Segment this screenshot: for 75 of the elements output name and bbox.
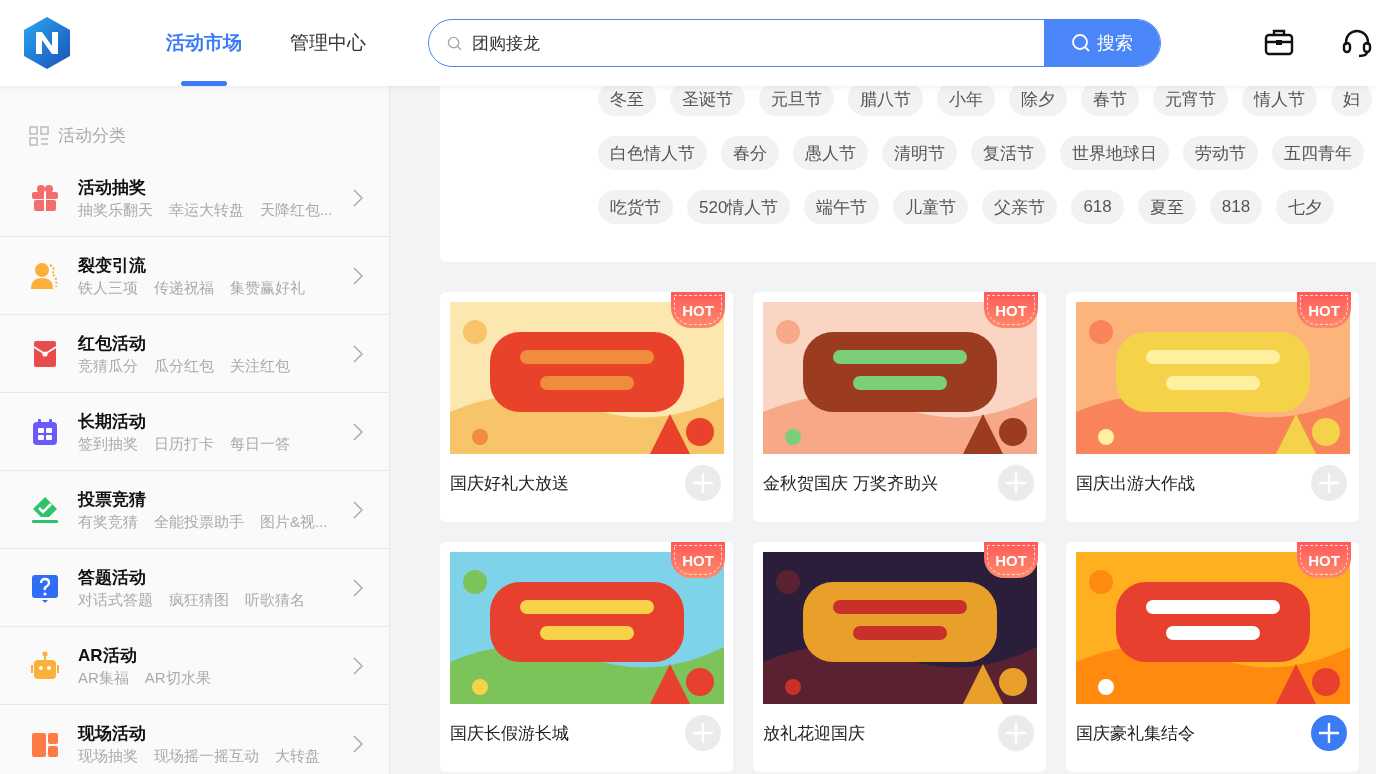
logo-icon bbox=[22, 16, 72, 70]
headset-icon[interactable] bbox=[1342, 28, 1372, 58]
nav-tab[interactable]: 活动市场 bbox=[166, 0, 242, 86]
holiday-tag[interactable]: 妇 bbox=[1331, 86, 1372, 116]
category-title: AR活动 bbox=[78, 644, 138, 667]
gift-icon bbox=[30, 182, 60, 213]
holiday-tag[interactable]: 520情人节 bbox=[687, 190, 791, 224]
hot-badge: HOT bbox=[984, 292, 1038, 328]
robot-icon bbox=[30, 650, 60, 681]
hot-badge: HOT bbox=[671, 542, 725, 578]
grid-icon bbox=[29, 125, 49, 146]
card-title: 国庆豪礼集结令 bbox=[1076, 722, 1195, 745]
person-icon bbox=[30, 260, 60, 291]
holiday-tag[interactable]: 小年 bbox=[937, 86, 995, 116]
search-icon bbox=[1071, 33, 1091, 53]
nav-tab[interactable]: 管理中心 bbox=[290, 0, 366, 86]
chevron-right-icon bbox=[353, 734, 363, 753]
chevron-right-icon bbox=[353, 266, 363, 285]
hot-badge: HOT bbox=[1297, 292, 1351, 328]
holiday-tag[interactable]: 吃货节 bbox=[598, 190, 673, 224]
holiday-tag[interactable]: 白色情人节 bbox=[598, 136, 707, 170]
search-field[interactable]: 团购接龙 bbox=[470, 32, 1044, 54]
holiday-tag[interactable]: 元宵节 bbox=[1153, 86, 1228, 116]
chevron-right-icon bbox=[353, 344, 363, 363]
category-title: 现场活动 bbox=[78, 722, 147, 745]
hot-badge: HOT bbox=[671, 292, 725, 328]
holiday-tag[interactable]: 情人节 bbox=[1242, 86, 1317, 116]
search-bar[interactable]: 团购接龙 搜索 bbox=[428, 19, 1161, 67]
category-title: 长期活动 bbox=[78, 410, 147, 433]
chevron-right-icon bbox=[353, 656, 363, 675]
vote-icon bbox=[30, 494, 60, 525]
card-title: 国庆出游大作战 bbox=[1076, 472, 1195, 495]
category-title: 裂变引流 bbox=[78, 254, 147, 277]
chevron-right-icon bbox=[353, 500, 363, 519]
holiday-tag[interactable]: 劳动节 bbox=[1183, 136, 1258, 170]
holiday-tag[interactable]: 818 bbox=[1209, 190, 1263, 224]
holiday-tag[interactable]: 腊八节 bbox=[848, 86, 923, 116]
holiday-tag[interactable]: 618 bbox=[1071, 190, 1124, 224]
holiday-tag[interactable]: 父亲节 bbox=[982, 190, 1058, 224]
holiday-tag[interactable]: 七夕 bbox=[1276, 190, 1335, 224]
search-button[interactable]: 搜索 bbox=[1044, 20, 1160, 66]
card-title: 国庆长假游长城 bbox=[450, 722, 569, 745]
question-icon bbox=[30, 572, 60, 603]
hot-badge: HOT bbox=[984, 542, 1038, 578]
chevron-right-icon bbox=[353, 188, 363, 207]
card-title: 放礼花迎国庆 bbox=[763, 722, 865, 745]
chevron-right-icon bbox=[353, 578, 363, 597]
calendar-icon bbox=[30, 416, 60, 447]
briefcase-icon[interactable] bbox=[1264, 28, 1294, 56]
holiday-tag[interactable]: 冬至 bbox=[598, 86, 656, 116]
category-title: 活动抽奖 bbox=[78, 176, 147, 199]
card-title: 金秋贺国庆 万奖齐助兴 bbox=[763, 472, 938, 495]
category-title: 红包活动 bbox=[78, 332, 147, 355]
holiday-tag[interactable]: 春节 bbox=[1081, 86, 1139, 116]
add-button[interactable] bbox=[1311, 715, 1347, 751]
holiday-tag[interactable]: 除夕 bbox=[1009, 86, 1067, 116]
holiday-tag[interactable]: 儿童节 bbox=[893, 190, 969, 224]
holiday-tag[interactable]: 五四青年 bbox=[1272, 136, 1364, 170]
holiday-tag[interactable]: 端午节 bbox=[804, 190, 880, 224]
card-title: 国庆好礼大放送 bbox=[450, 472, 569, 495]
holiday-tag[interactable]: 愚人节 bbox=[793, 136, 868, 170]
holiday-tag[interactable]: 清明节 bbox=[882, 136, 957, 170]
section-heading: 活动分类 bbox=[58, 125, 126, 147]
search-icon bbox=[447, 35, 462, 51]
category-title: 投票竞猜 bbox=[78, 488, 147, 511]
hot-badge: HOT bbox=[1297, 542, 1351, 578]
holiday-tag[interactable]: 圣诞节 bbox=[670, 86, 745, 116]
holiday-tag[interactable]: 世界地球日 bbox=[1060, 136, 1169, 170]
plus-icon bbox=[1318, 722, 1340, 744]
holiday-tag[interactable]: 春分 bbox=[721, 136, 779, 170]
holiday-tag[interactable]: 元旦节 bbox=[759, 86, 834, 116]
holiday-tag[interactable]: 夏至 bbox=[1137, 190, 1196, 224]
holiday-tag[interactable]: 复活节 bbox=[971, 136, 1046, 170]
category-title: 答题活动 bbox=[78, 566, 147, 589]
chevron-right-icon bbox=[353, 422, 363, 441]
